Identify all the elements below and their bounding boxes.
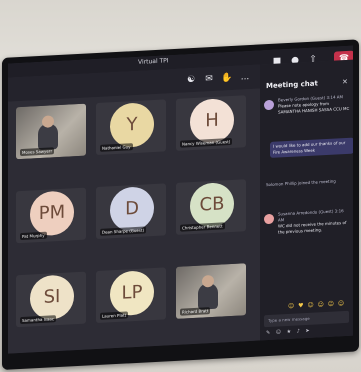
participant-tile[interactable]: Y Nathaniel Guy	[96, 99, 166, 156]
raise-hand-icon[interactable]: ✋	[220, 71, 234, 86]
close-icon[interactable]: ✕	[342, 78, 348, 86]
participant-strip: ZSBCSRGAJSMBSSCB	[26, 351, 256, 354]
monitor: Virtual TPI ☯ ✉ ✋ ... ■ ● ⇧ ☎ Moses Sawy…	[2, 39, 359, 370]
participant-tile[interactable]: LP Lauren Platt	[96, 267, 166, 324]
participant-name: Pat Murphy	[20, 231, 47, 241]
meeting-chat-panel: Meeting chat ✕ Beverly Gordon (Guest) 3:…	[260, 59, 353, 341]
participant-tile[interactable]: SI Samantha Isaac	[16, 271, 86, 328]
participant-chip[interactable]: S	[201, 352, 219, 354]
participant-name: Nancy Wiseman (Guest)	[180, 137, 233, 148]
avatar: LP	[110, 270, 154, 317]
reaction-bar[interactable]: ☺ ♥ ☺ ☺ ☺ ☺	[288, 300, 345, 310]
avatar: CB	[190, 181, 234, 229]
participant-chip[interactable]: CB	[226, 351, 244, 354]
participant-tile[interactable]: Moses Sawyerr	[16, 103, 86, 160]
participant-name: Samantha Isaac	[20, 315, 57, 325]
chat-heading: Meeting chat	[266, 79, 318, 91]
window-title: Virtual TPI	[138, 57, 169, 66]
app-icon[interactable]	[102, 350, 110, 354]
teams-icon[interactable]	[60, 352, 68, 354]
chat-compose-input[interactable]: Type a new message	[264, 310, 349, 328]
avatar: PM	[30, 190, 74, 237]
video-grid: Moses Sawyerr Y Nathaniel Guy H Nancy Wisema…	[8, 88, 260, 354]
participants-icon[interactable]: ☯	[184, 73, 198, 88]
participant-tile[interactable]: CB Christopher Bennett	[176, 179, 246, 235]
compose-tools[interactable]: ✎ ☺ ★ ♪ ➤	[266, 328, 312, 336]
participant-tile[interactable]: D Dean Sharpe (Guest)	[96, 183, 166, 240]
chat-message: Susanna Arredondo (Guest) 3:16 AM WC did…	[264, 208, 350, 236]
chat-icon[interactable]: ✉	[202, 72, 216, 87]
chat-system-message: Solomon Phillip joined the meeting	[266, 178, 336, 188]
participant-tile[interactable]: Richard Bratt	[176, 263, 246, 319]
avatar: Y	[110, 102, 154, 149]
participant-name: Lauren Platt	[100, 311, 129, 320]
app-icon[interactable]	[88, 351, 96, 354]
avatar: D	[110, 186, 154, 233]
participant-name: Christopher Bennett	[180, 222, 225, 232]
participant-name: Nathaniel Guy	[100, 143, 133, 152]
chat-message: Beverly Gordon (Guest) 3:14 AM Please no…	[264, 94, 350, 116]
teams-window: Virtual TPI ☯ ✉ ✋ ... ■ ● ⇧ ☎ Moses Sawy…	[8, 45, 353, 354]
chat-message-own: I would like to add our thanks of our Fi…	[270, 137, 353, 158]
more-options-button[interactable]: ...	[238, 70, 252, 85]
participant-tile[interactable]: PM Pat Murphy	[16, 187, 86, 244]
participant-name: Dean Sharpe (Guest)	[100, 226, 147, 236]
app-icon[interactable]	[74, 351, 82, 354]
avatar: SI	[30, 274, 74, 321]
participant-tile[interactable]: H Nancy Wiseman (Guest)	[176, 95, 246, 151]
